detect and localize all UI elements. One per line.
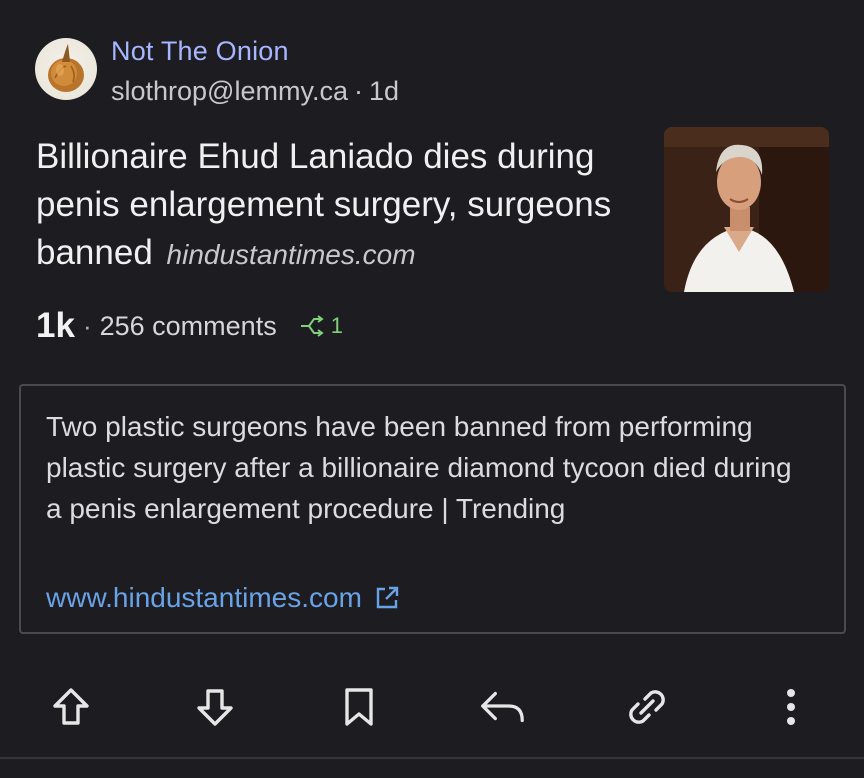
crosspost-count: 1 <box>330 313 343 338</box>
crosspost-indicator[interactable]: 1 <box>299 313 343 339</box>
arrow-up-icon <box>53 688 89 725</box>
author-name[interactable]: slothrop@lemmy.ca <box>111 76 348 106</box>
divider <box>0 757 864 759</box>
save-button[interactable] <box>334 682 384 732</box>
external-link-icon <box>376 586 399 609</box>
meta-separator: · <box>353 76 363 106</box>
upvote-button[interactable] <box>46 682 96 732</box>
stats-separator: · <box>82 310 92 341</box>
comment-count[interactable]: 256 comments <box>100 311 277 342</box>
link-embed-card[interactable]: Two plastic surgeons have been banned fr… <box>19 384 846 634</box>
post-card: Not The Onion slothrop@lemmy.ca · 1d Billi… <box>0 0 864 778</box>
crosspost-icon <box>300 315 324 337</box>
reply-button[interactable] <box>478 682 528 732</box>
thumbnail-image <box>664 127 829 292</box>
embed-link[interactable]: www.hindustantimes.com <box>46 582 400 614</box>
community-avatar[interactable] <box>35 38 97 100</box>
post-action-bar <box>0 672 864 742</box>
arrow-down-icon <box>197 689 233 726</box>
embed-url: www.hindustantimes.com <box>46 582 362 613</box>
link-icon <box>629 690 665 724</box>
post-thumbnail[interactable] <box>664 127 829 292</box>
more-vertical-icon <box>787 689 795 725</box>
embed-description: Two plastic surgeons have been banned fr… <box>46 411 792 524</box>
downvote-button[interactable] <box>190 682 240 732</box>
onion-avatar-icon <box>48 44 84 92</box>
community-name[interactable]: Not The Onion <box>111 36 289 67</box>
post-title[interactable]: Billionaire Ehud Laniado dies during pen… <box>36 133 636 279</box>
reply-icon <box>481 691 524 723</box>
post-score: 1k <box>36 306 75 345</box>
post-domain: hindustantimes.com <box>166 239 416 270</box>
post-meta: slothrop@lemmy.ca · 1d <box>111 76 399 107</box>
bookmark-icon <box>345 688 373 726</box>
share-link-button[interactable] <box>622 682 672 732</box>
post-stats: 1k · 256 comments 1 <box>36 304 343 348</box>
more-options-button[interactable] <box>766 682 816 732</box>
post-age: 1d <box>368 76 400 106</box>
